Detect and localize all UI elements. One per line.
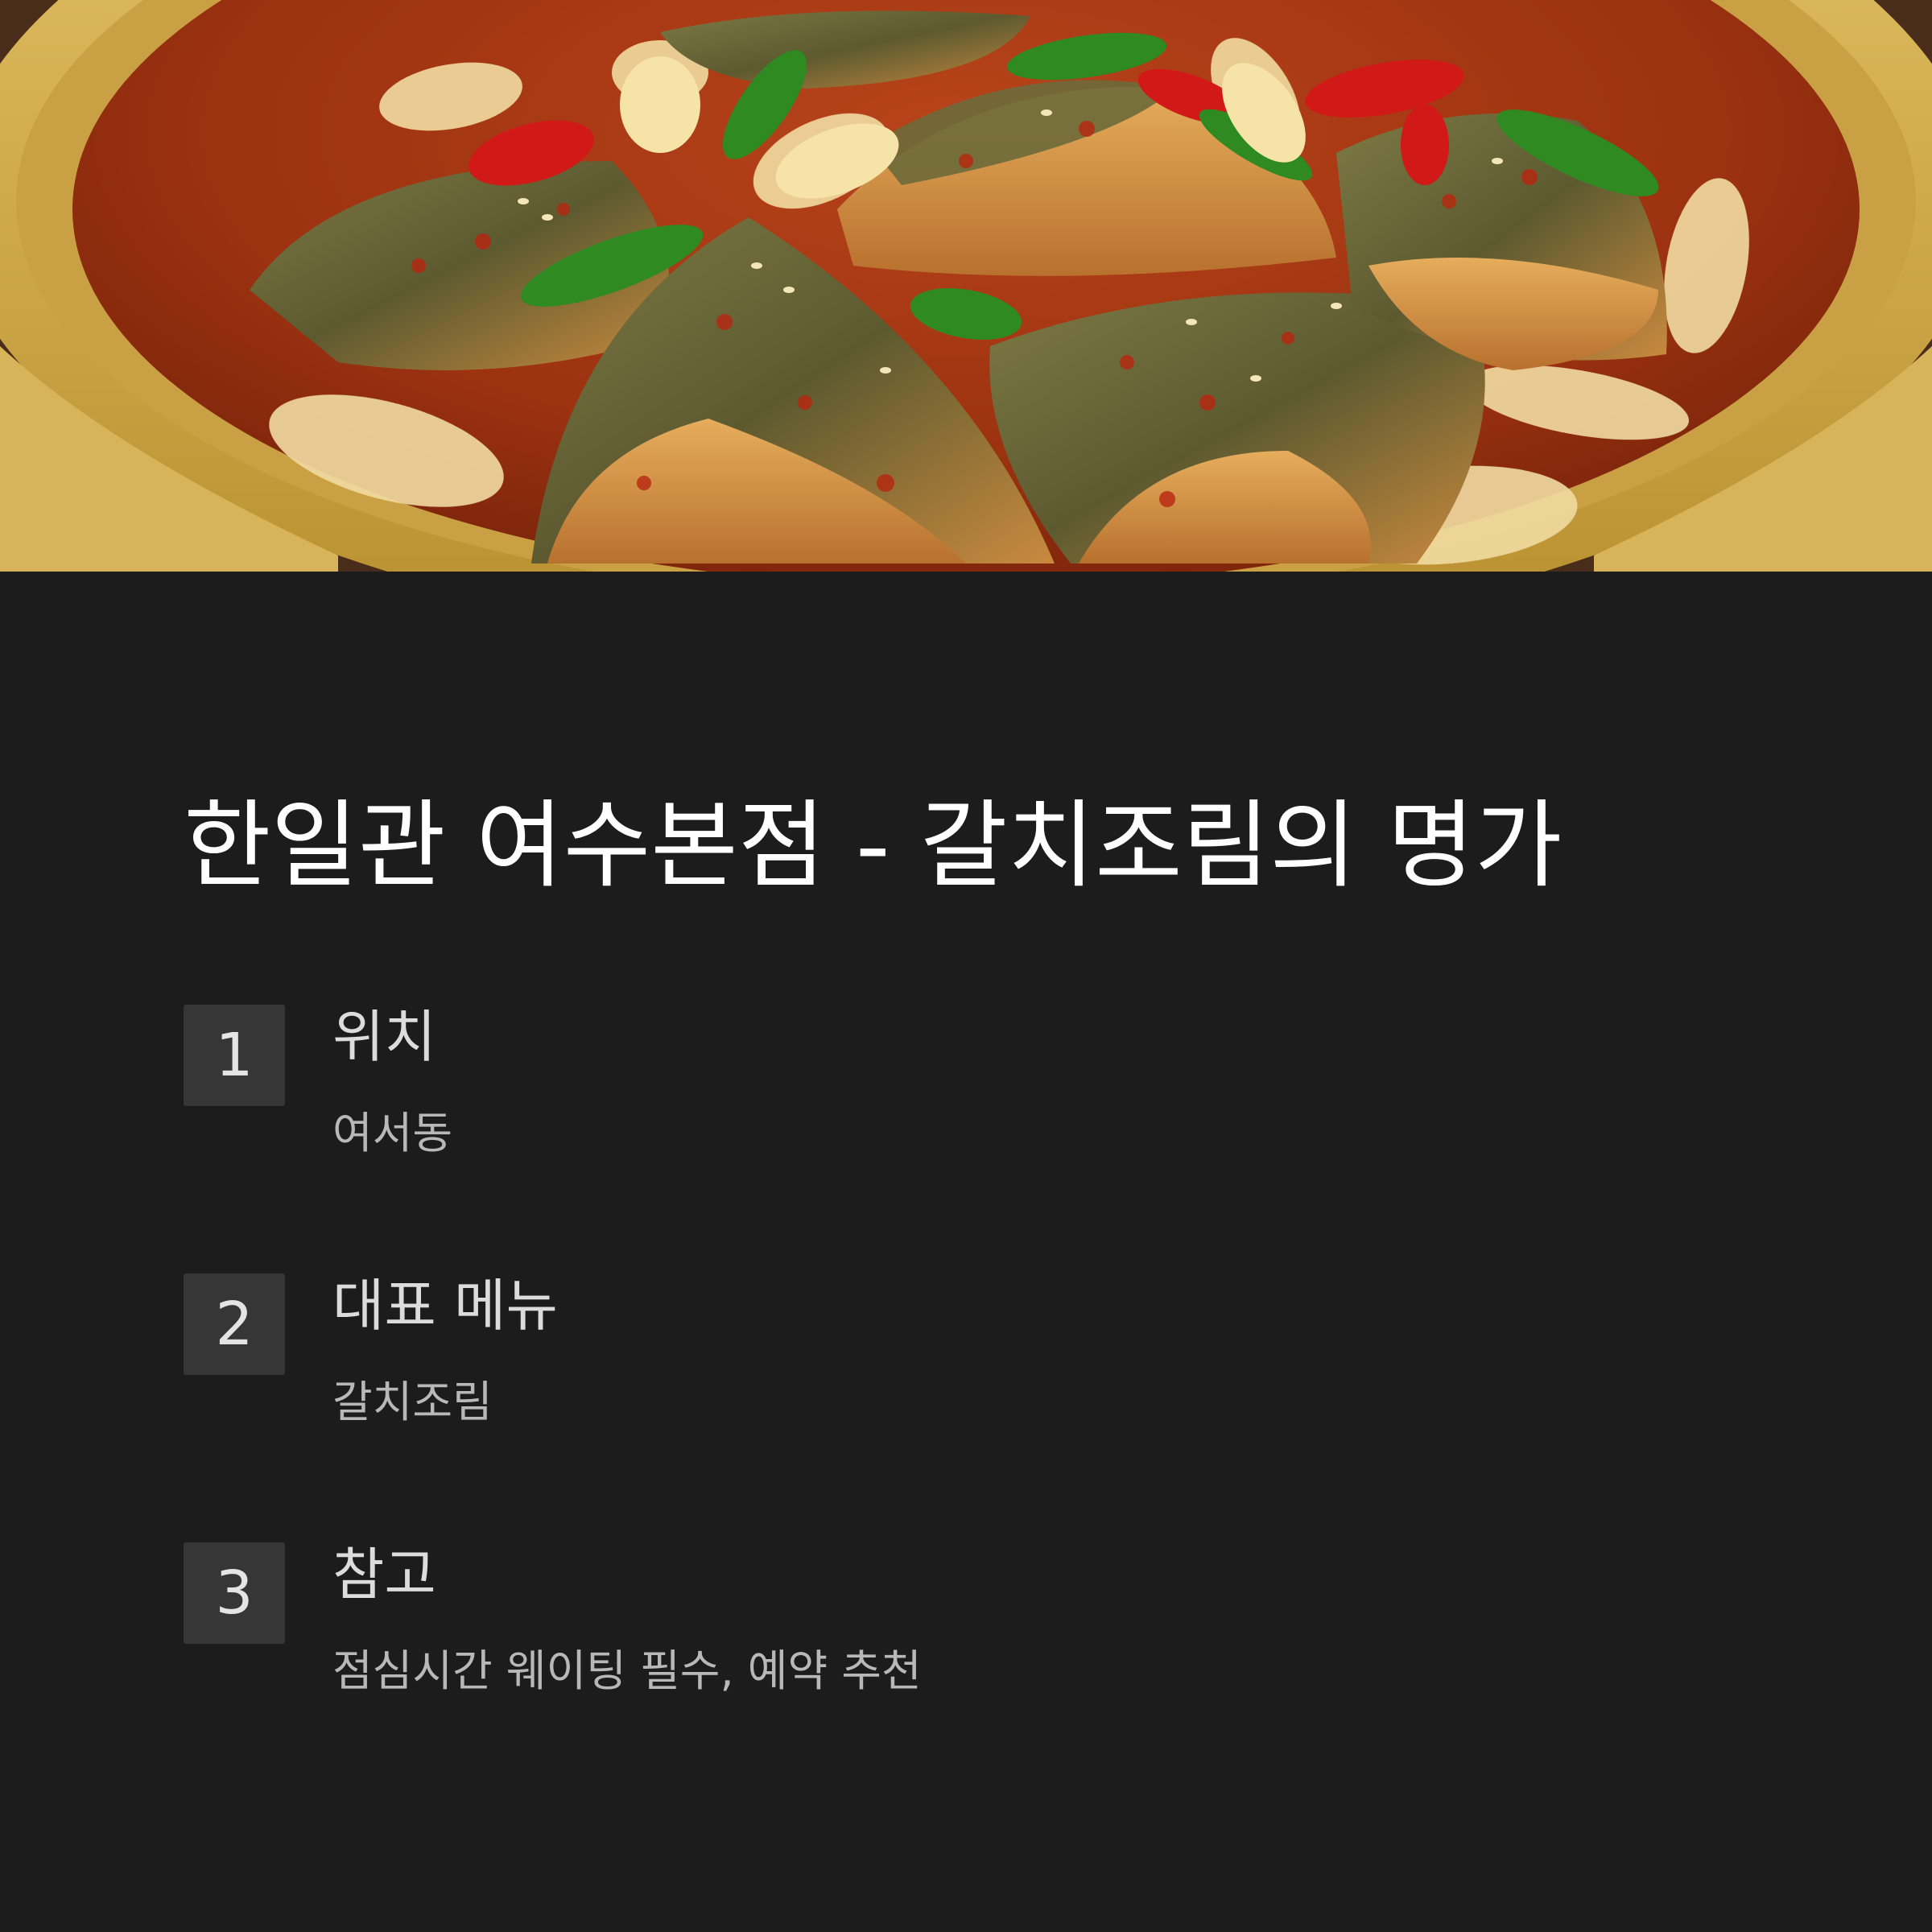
item-number-badge: 3 — [184, 1542, 285, 1644]
page-title: 한일관 여수본점 - 갈치조림의 명가 — [184, 790, 1563, 901]
item-label: 대표 메뉴 — [332, 1273, 558, 1339]
item-label: 위치 — [332, 1004, 436, 1070]
braised-fish-stew-illustration — [0, 0, 1932, 572]
hero-image — [0, 0, 1932, 572]
item-label: 참고 — [332, 1542, 436, 1608]
item-value: 여서동 — [332, 1108, 453, 1158]
item-value: 갈치조림 — [332, 1377, 493, 1427]
item-value: 점심시간 웨이팅 필수, 예약 추천 — [332, 1645, 922, 1696]
item-number-badge: 2 — [184, 1274, 285, 1375]
item-number-badge: 1 — [184, 1005, 285, 1106]
